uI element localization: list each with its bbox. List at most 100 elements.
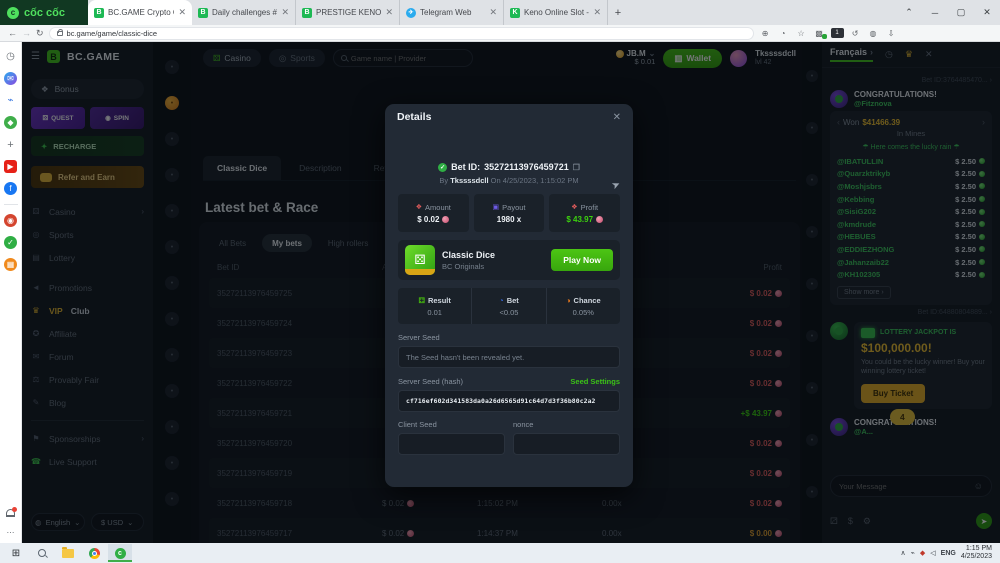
close-button[interactable]: ✕	[974, 0, 1000, 25]
save-page-icon[interactable]: ⊕	[759, 29, 772, 38]
bet-username: Tkssssdcll	[450, 176, 488, 185]
new-tab-button[interactable]: +	[608, 0, 628, 25]
bcgame-favicon: B	[198, 8, 208, 18]
browser-tabbar: c cốc cốc B BC.GAME Crypto Casino Ga ✕ B…	[0, 0, 1000, 25]
browser-toolbar: ← → ↻ bc.game/game/classic-dice ⊕ ◔ ☆ ▩ …	[0, 25, 1000, 42]
windows-taskbar: ⊞ c ∧ ⌁ ◆ ◁ ENG 1:15 PM 4/25/2023	[0, 543, 1000, 563]
system-tray: ∧ ⌁ ◆ ◁ ENG 1:15 PM 4/25/2023	[901, 545, 996, 562]
tab-keno-slot[interactable]: K Keno Online Slot - Play onlin ✕	[504, 0, 608, 25]
tray-app-icon[interactable]: ◆	[920, 549, 925, 557]
tab-telegram[interactable]: ✈ Telegram Web ✕	[400, 0, 504, 25]
result-col: ⚃Result 0.01	[398, 288, 472, 324]
amount-coins-icon: ❖	[416, 203, 422, 211]
shopping-icon[interactable]: ▦	[4, 258, 17, 271]
maximize-button[interactable]: ▢	[948, 0, 974, 25]
classic-dice-thumbnail[interactable]: ⚄	[405, 245, 435, 275]
bet-byline: By Tkssssdcll On 4/25/2023, 1:15:02 PM	[398, 176, 620, 185]
minimize-button[interactable]: ─	[922, 0, 948, 25]
tab-close-icon[interactable]: ✕	[489, 7, 497, 18]
tray-volume-icon[interactable]: ◁	[930, 549, 935, 557]
seed-settings-link[interactable]: Seed Settings	[570, 377, 620, 386]
server-seed-hash-label: Server Seed (hash)	[398, 377, 463, 386]
screen: c cốc cốc B BC.GAME Crypto Casino Ga ✕ B…	[0, 0, 1000, 563]
adblock-icon[interactable]: ▩	[813, 29, 826, 38]
stat-payout: ▣Payout 1980 x	[474, 194, 545, 232]
notification-bell-icon[interactable]	[6, 509, 15, 517]
server-seed-hash-field[interactable]: cf716ef602d341583da0a26d6565d91c64d7d3f3…	[398, 390, 620, 412]
coccoc-logo-icon: c	[7, 7, 19, 19]
tab-prestige-keno[interactable]: B PRESTIGE KENO - Français - ✕	[296, 0, 400, 25]
game-name: Classic Dice	[442, 250, 495, 260]
forward-icon[interactable]: →	[22, 28, 31, 38]
share-icon[interactable]: ➤	[610, 179, 622, 193]
stat-amount: ❖Amount $ 0.02	[398, 194, 469, 232]
media-icon[interactable]: ◔	[777, 29, 790, 38]
bookmark-star-icon[interactable]: ☆	[795, 29, 808, 38]
back-icon[interactable]: ←	[8, 28, 17, 38]
games-icon[interactable]: ◆	[4, 116, 17, 129]
reload-icon[interactable]: ↻	[36, 28, 44, 39]
more-icon[interactable]: ⋯	[4, 526, 17, 539]
news-icon[interactable]: ◉	[4, 214, 17, 227]
tab-close-icon[interactable]: ✕	[593, 7, 601, 18]
tray-chevron-icon[interactable]: ∧	[901, 549, 906, 557]
profit-coins-icon: ❖	[571, 203, 577, 211]
bcgame-favicon: B	[302, 8, 312, 18]
downloads-icon[interactable]: ⇩	[885, 29, 898, 38]
server-seed-label: Server Seed	[398, 333, 440, 342]
payout-icon: ▣	[493, 203, 500, 211]
game-provider: BC Originals	[442, 262, 495, 271]
profile-icon[interactable]: ◍	[867, 29, 880, 38]
game-card: ⚄ Classic Dice BC Originals Play Now	[398, 240, 620, 280]
bet-stats: ❖Amount $ 0.02 ▣Payout 1980 x ❖Profit $ …	[398, 194, 620, 232]
server-seed-field[interactable]: The Seed hasn't been revealed yet.	[398, 346, 620, 368]
taskbar-clock[interactable]: 1:15 PM 4/25/2023	[961, 545, 996, 562]
add-icon[interactable]: +	[4, 138, 17, 151]
youtube-icon[interactable]: ▶	[4, 160, 17, 173]
tab-close-icon[interactable]: ✕	[281, 7, 289, 18]
token-coin-icon	[442, 216, 449, 223]
nonce-field[interactable]	[513, 433, 620, 455]
coccoc-brand-label: cốc cốc	[24, 7, 65, 19]
bet-col: ◔Bet <0.05	[472, 288, 546, 324]
client-seed-label: Client Seed	[398, 420, 437, 429]
tab-close-icon[interactable]: ✕	[385, 7, 393, 18]
url-text[interactable]: bc.game/game/classic-dice	[67, 29, 157, 38]
update-icon[interactable]: ↺	[849, 29, 862, 38]
extension-icon[interactable]: 1	[831, 28, 844, 38]
coccoc-brand[interactable]: c cốc cốc	[0, 0, 88, 25]
facebook-icon[interactable]: f	[4, 182, 17, 195]
bcgame-favicon: B	[94, 8, 104, 18]
modal-close-icon[interactable]: ✕	[613, 112, 621, 123]
feed-icon[interactable]: ⌁	[4, 94, 17, 107]
nonce-label: nonce	[513, 420, 533, 429]
copy-icon[interactable]: ❐	[573, 163, 580, 172]
bet-details-modal: Details ✕ ➤ ✓ Bet ID: 35272113976459721 …	[385, 104, 633, 487]
chance-icon: ◑	[566, 296, 571, 305]
shield-icon[interactable]: ✓	[4, 236, 17, 249]
play-now-button[interactable]: Play Now	[551, 249, 613, 271]
tab-close-icon[interactable]: ✕	[178, 7, 186, 18]
history-icon[interactable]: ◷	[4, 50, 17, 63]
tab-daily-challenges[interactable]: B Daily challenges #220 - Flas ✕	[192, 0, 296, 25]
token-coin-icon	[596, 216, 603, 223]
tab-bcgame[interactable]: B BC.GAME Crypto Casino Ga ✕	[88, 0, 192, 25]
chance-col: ◑Chance 0.05%	[547, 288, 620, 324]
coccoc-taskbar-icon[interactable]: c	[108, 544, 132, 562]
messenger-icon[interactable]: ✉	[4, 72, 17, 85]
tray-network-icon[interactable]: ⌁	[911, 549, 915, 557]
keno-favicon: K	[510, 8, 520, 18]
divider	[4, 204, 18, 205]
bet-id-line: ✓ Bet ID: 35272113976459721 ❐	[398, 162, 620, 172]
lock-icon	[57, 31, 63, 36]
client-seed-field[interactable]	[398, 433, 505, 455]
workspace-icon[interactable]: ⌃	[896, 0, 922, 25]
file-explorer-icon[interactable]	[56, 544, 80, 562]
chrome-icon[interactable]	[82, 544, 106, 562]
window-controls: ⌃ ─ ▢ ✕	[896, 0, 1000, 25]
language-indicator[interactable]: ENG	[941, 550, 956, 557]
taskbar-search-icon[interactable]	[30, 544, 54, 562]
start-button[interactable]: ⊞	[4, 544, 28, 562]
bet-id-value: 35272113976459721	[484, 162, 569, 172]
address-bar[interactable]: bc.game/game/classic-dice	[49, 27, 754, 40]
